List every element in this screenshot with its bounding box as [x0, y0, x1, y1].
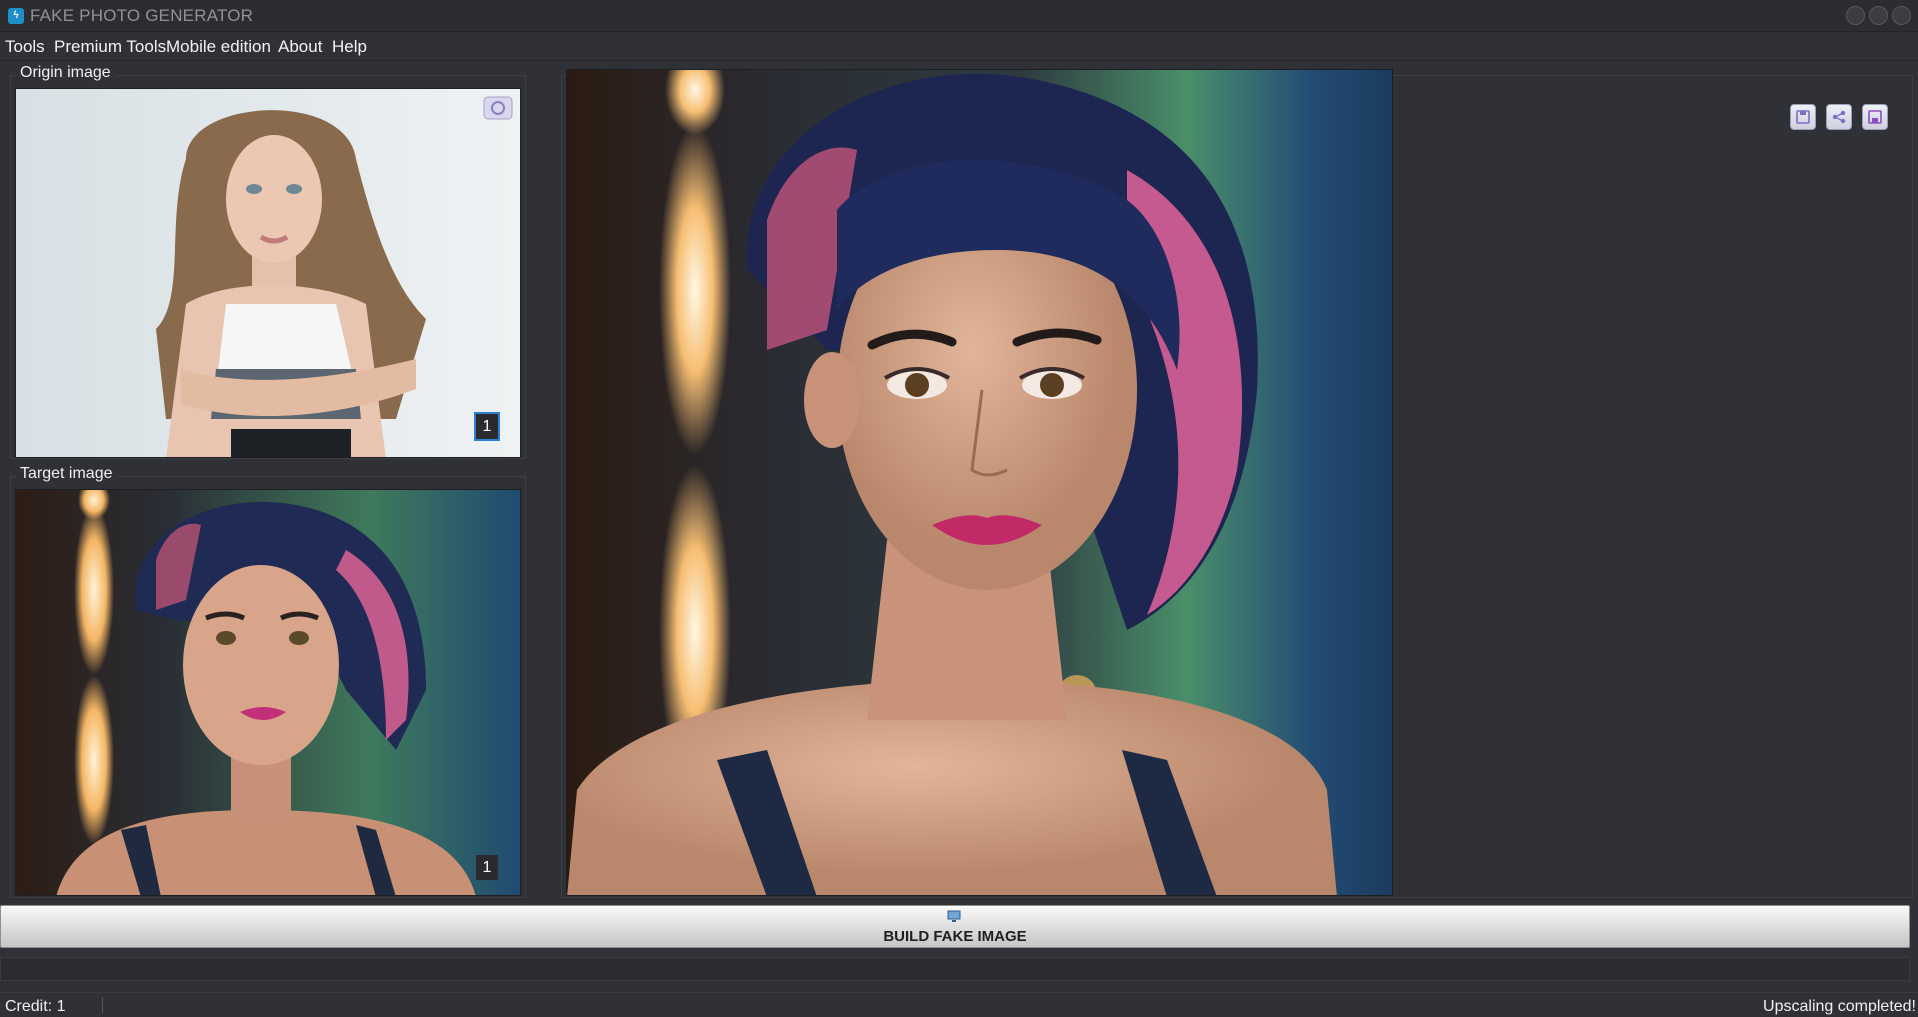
maximize-button[interactable] — [1869, 6, 1888, 25]
status-message: Upscaling completed! — [1763, 998, 1916, 1015]
monitor-icon — [947, 910, 961, 922]
menu-premium-tools[interactable]: Premium Tools — [54, 37, 166, 57]
minimize-button[interactable] — [1846, 6, 1865, 25]
camera-icon[interactable] — [483, 96, 511, 118]
save-as-icon[interactable] — [1862, 104, 1888, 130]
status-separator — [102, 997, 103, 1013]
target-count-badge: 1 — [476, 855, 498, 880]
save-icon[interactable] — [1790, 104, 1816, 130]
close-button[interactable] — [1892, 6, 1911, 25]
menu-bar: Tools Premium Tools Mobile edition About… — [0, 32, 1918, 61]
credit-label: Credit: 1 — [5, 998, 66, 1015]
window-title: FAKE PHOTO GENERATOR — [30, 6, 254, 25]
app-logo-icon: ϟ — [8, 8, 24, 24]
title-bar: ϟ FAKE PHOTO GENERATOR — [0, 0, 1918, 32]
origin-count-badge: 1 — [474, 412, 500, 441]
share-icon[interactable] — [1826, 104, 1852, 130]
origin-image[interactable] — [15, 88, 521, 458]
status-bar: Credit: 1 Upscaling completed! — [0, 992, 1918, 1017]
build-fake-image-button[interactable]: BUILD FAKE IMAGE — [0, 905, 1910, 948]
menu-tools[interactable]: Tools — [5, 37, 45, 57]
menu-help[interactable]: Help — [332, 37, 367, 57]
target-image-label: Target image — [16, 465, 117, 483]
build-button-label: BUILD FAKE IMAGE — [883, 928, 1027, 945]
result-image[interactable] — [566, 69, 1393, 896]
progress-bar — [0, 957, 1910, 981]
origin-image-label: Origin image — [16, 64, 115, 82]
target-image[interactable] — [15, 489, 521, 896]
menu-mobile-edition[interactable]: Mobile edition — [166, 37, 271, 57]
menu-about[interactable]: About — [278, 37, 322, 57]
